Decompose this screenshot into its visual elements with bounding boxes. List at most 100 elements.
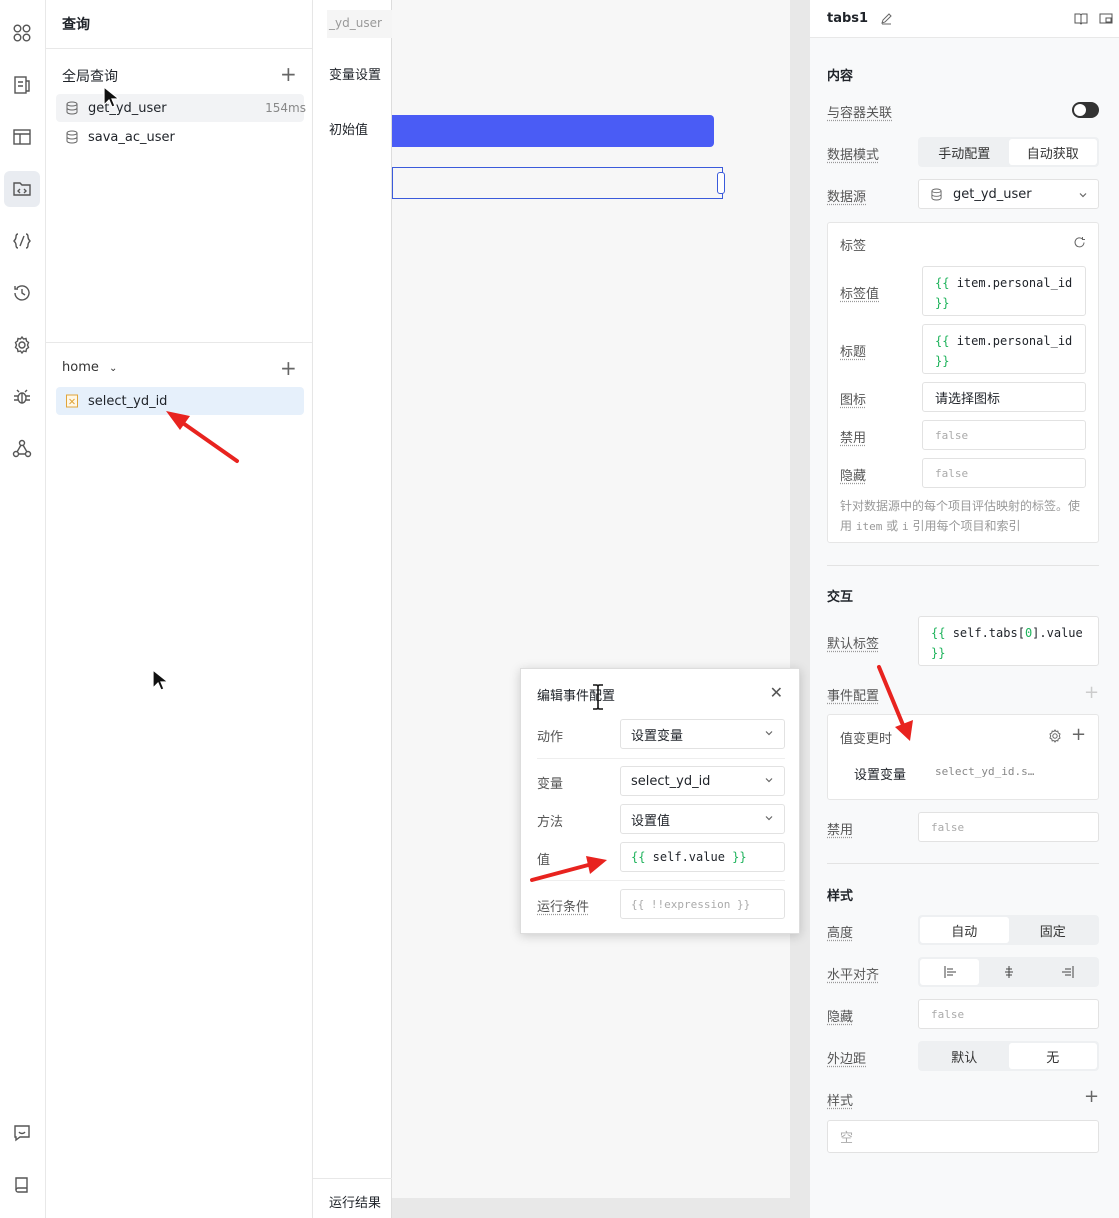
height-option-fixed[interactable]: 固定 — [1009, 917, 1098, 943]
add-global-query-icon[interactable]: + — [280, 64, 297, 84]
layout-icon[interactable] — [4, 119, 40, 155]
style-input[interactable]: 空 — [827, 1120, 1099, 1153]
tag-hidden-label: 隐藏 — [840, 469, 867, 484]
settings-icon[interactable] — [4, 327, 40, 363]
align-label: 水平对齐 — [827, 968, 880, 983]
run-condition-input[interactable]: {{ !!expression }} — [620, 889, 785, 919]
canvas-button-component[interactable] — [392, 115, 714, 147]
divider — [46, 48, 313, 49]
variable-select[interactable]: select_yd_id — [620, 766, 785, 796]
run-condition-label: 运行条件 — [537, 900, 590, 915]
database-icon — [66, 130, 78, 144]
code-brace: {{ — [631, 850, 646, 864]
query-folder-icon[interactable] — [4, 171, 40, 207]
divider — [313, 1178, 392, 1179]
tag-value-code-input[interactable]: {{ item.personal_id}} — [922, 266, 1086, 316]
align-right-icon[interactable] — [1038, 959, 1097, 985]
caption-code-input[interactable]: {{ item.personal_id}} — [922, 324, 1086, 374]
icon-select[interactable]: 请选择图标 — [922, 382, 1086, 412]
height-option-auto[interactable]: 自动 — [920, 917, 1009, 943]
run-result-label[interactable]: 运行结果 — [329, 1192, 381, 1211]
query-item-sava-ac-user[interactable]: sava_ac_user — [56, 123, 304, 151]
chevron-down-icon: ⌄ — [109, 363, 118, 374]
action-value: 设置变量 — [631, 728, 684, 744]
page-section-dropdown[interactable]: home ⌄ — [62, 360, 117, 375]
event-action[interactable]: 设置变量 — [854, 764, 906, 783]
props-header: tabs1 — [810, 0, 1119, 38]
query-name: sava_ac_user — [88, 129, 175, 145]
debug-icon[interactable] — [4, 379, 40, 415]
tag-disabled-input[interactable]: false — [922, 420, 1086, 450]
panel-title: 查询 — [62, 17, 90, 33]
selected-tabs-component[interactable] — [392, 167, 723, 199]
add-style-icon[interactable]: + — [1084, 1088, 1099, 1106]
caption-code: item.personal_id — [956, 334, 1073, 348]
divider — [827, 863, 1099, 864]
event-target[interactable]: select_yd_id.s… — [935, 765, 1034, 778]
data-mode-label: 数据模式 — [827, 148, 880, 163]
variable-name-input[interactable]: _yd_user — [327, 10, 393, 38]
tag-disabled-label: 禁用 — [840, 431, 867, 446]
tag-card-title: 标签 — [840, 239, 867, 254]
style-section-title: 样式 — [827, 889, 854, 904]
mouse-cursor-icon — [152, 669, 168, 691]
query-name: get_yd_user — [88, 100, 167, 116]
add-event-icon[interactable]: + — [1084, 684, 1099, 702]
margin-option-default[interactable]: 默认 — [920, 1043, 1009, 1069]
tag-hidden-input[interactable]: false — [922, 458, 1086, 488]
container-link-toggle[interactable] — [1072, 102, 1099, 118]
variable-item-select-yd-id[interactable]: select_yd_id — [56, 387, 304, 415]
margin-option-none[interactable]: 无 — [1008, 1043, 1097, 1069]
style-hidden-input[interactable]: false — [918, 999, 1099, 1029]
resize-handle[interactable] — [717, 172, 725, 194]
page-section-label: home — [62, 360, 99, 375]
history-icon[interactable] — [4, 275, 40, 311]
align-segmented[interactable] — [918, 957, 1099, 987]
edit-icon[interactable] — [880, 12, 893, 25]
data-source-select[interactable]: get_yd_user — [918, 179, 1099, 209]
share-icon[interactable] — [4, 431, 40, 467]
code-icon[interactable] — [4, 223, 40, 259]
container-link-label: 与容器关联 — [827, 106, 893, 121]
align-left-icon[interactable] — [920, 959, 979, 985]
add-action-icon[interactable]: + — [1071, 726, 1086, 744]
event-card — [827, 714, 1099, 800]
data-mode-segmented[interactable]: 手动配置 自动获取 — [918, 137, 1099, 167]
icon-rail — [0, 0, 46, 1218]
method-select[interactable]: 设置值 — [620, 804, 785, 834]
components-icon[interactable] — [4, 15, 40, 51]
variable-value: select_yd_id — [631, 773, 711, 789]
mouse-cursor-icon — [103, 86, 119, 108]
mode-option-manual[interactable]: 手动配置 — [920, 139, 1009, 165]
component-name: tabs1 — [827, 11, 869, 26]
variable-label: 变量 — [537, 777, 564, 792]
database-icon — [931, 188, 942, 201]
tag-value-code: item.personal_id — [956, 276, 1073, 290]
feedback-icon[interactable] — [4, 1115, 40, 1151]
close-icon[interactable]: ✕ — [770, 683, 783, 702]
default-tab-code-input[interactable]: {{ self.tabs[0].value}} — [918, 616, 1099, 666]
divider — [537, 758, 785, 759]
mode-option-auto[interactable]: 自动获取 — [1008, 139, 1097, 165]
height-segmented[interactable]: 自动 固定 — [918, 915, 1099, 945]
gear-icon[interactable] — [1048, 729, 1062, 743]
pages-icon[interactable] — [4, 67, 40, 103]
panel-icon[interactable] — [1099, 12, 1113, 25]
value-input[interactable]: {{ self.value }} — [620, 842, 785, 872]
content-section-title: 内容 — [827, 69, 854, 84]
query-item-get-yd-user[interactable]: get_yd_user 154ms — [56, 94, 306, 122]
variable-settings-label: 变量设置 — [329, 68, 382, 83]
book-icon[interactable] — [1074, 12, 1088, 25]
action-select[interactable]: 设置变量 — [620, 719, 785, 749]
divider — [46, 342, 313, 343]
docs-icon[interactable] — [4, 1167, 40, 1203]
variable-settings-panel: _yd_user 变量设置 初始值 运行结果 — [313, 0, 393, 1218]
properties-panel: tabs1 内容 与容器关联 数据模式 手动配置 自动获取 数据源 get_yd… — [810, 0, 1119, 1218]
margin-segmented[interactable]: 默认 无 — [918, 1041, 1099, 1071]
method-value: 设置值 — [631, 813, 671, 829]
add-page-query-icon[interactable]: + — [280, 358, 297, 378]
align-center-icon[interactable] — [979, 959, 1038, 985]
chevron-down-icon — [765, 816, 773, 821]
interaction-disabled-input[interactable]: false — [918, 812, 1099, 842]
refresh-icon[interactable] — [1073, 236, 1086, 249]
